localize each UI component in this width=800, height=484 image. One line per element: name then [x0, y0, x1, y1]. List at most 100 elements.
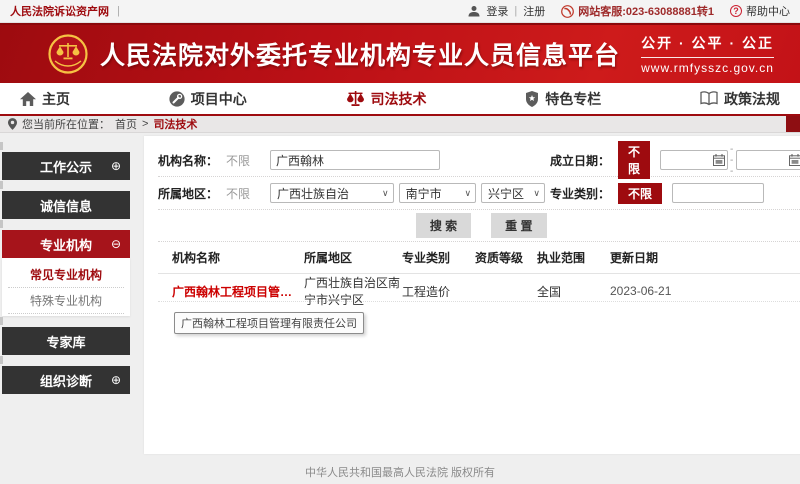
date-from-box: [660, 150, 728, 170]
sidebar-item-label: 诚信信息: [40, 196, 92, 215]
date-to-box: [736, 150, 800, 170]
service-phone: 网站客服:023-63088881转1: [578, 3, 714, 19]
nav-policy-label: 政策法规: [724, 89, 780, 109]
nav-home[interactable]: 主页: [20, 89, 70, 109]
expand-icon[interactable]: ⊕: [111, 373, 121, 387]
user-icon: [468, 5, 480, 17]
scales-icon: [346, 90, 365, 107]
filter-row-2: 所属地区： 不限 广西壮族自治 ∨ 南宁市 ∨ 兴宁区 ∨ 专业类别： 不限: [158, 177, 800, 210]
col-region: 所属地区: [304, 249, 402, 266]
asset-site-link[interactable]: 人民法院诉讼资产网: [10, 3, 109, 19]
org-name-input[interactable]: [270, 150, 440, 170]
calendar-icon: [713, 154, 725, 166]
nav-policy[interactable]: 政策法规: [700, 89, 780, 109]
reset-button[interactable]: 重 置: [491, 213, 546, 238]
help-icon: ?: [730, 5, 742, 17]
footer-copyright: 中华人民共和国最高人民法院 版权所有: [0, 464, 800, 480]
register-link[interactable]: 注册: [523, 3, 545, 19]
login-link[interactable]: 登录: [486, 3, 508, 19]
breadcrumb-prefix: 您当前所在位置：: [22, 116, 110, 132]
breadcrumb-current: 司法技术: [153, 116, 197, 132]
org-name-tooltip: 广西翰林工程项目管理有限责任公司: [174, 312, 364, 334]
phone-icon: [561, 5, 574, 18]
establish-date-unlimited-button[interactable]: 不限: [618, 141, 650, 179]
nav-judicial-tech[interactable]: 司法技术: [346, 89, 427, 109]
site-banner: 人民法院对外委托专业机构专业人员信息平台 公开 · 公平 · 公正 www.rm…: [0, 23, 800, 83]
site-url: www.rmfysszc.gov.cn: [641, 61, 774, 75]
platform-title: 人民法院对外委托专业机构专业人员信息平台: [100, 36, 620, 72]
sidebar-item-label: 专业机构: [40, 235, 92, 254]
book-icon: [700, 91, 718, 106]
establish-date-label: 成立日期：: [550, 152, 618, 169]
badge-icon: [525, 91, 539, 107]
breadcrumb-home-link[interactable]: 首页: [115, 116, 137, 132]
expand-icon[interactable]: ⊕: [111, 159, 121, 173]
collapse-icon[interactable]: ⊖: [111, 237, 121, 251]
home-icon: [20, 92, 36, 106]
category-label: 专业类别：: [550, 185, 618, 202]
nav-featured-column[interactable]: 特色专栏: [525, 89, 601, 109]
col-scope: 执业范围: [537, 249, 610, 266]
sidebar-submenu: 常见专业机构 特殊专业机构: [2, 258, 130, 316]
cell-updated: 2023-06-21: [610, 284, 800, 298]
cell-region: 广西壮族自治区南宁市兴宁区: [304, 274, 402, 308]
sidebar-item-expert-pool[interactable]: 专家库: [2, 327, 130, 355]
sidebar-item-label: 组织诊断: [40, 371, 92, 390]
district-select-value: 兴宁区: [488, 185, 524, 202]
calendar-icon: [789, 154, 800, 166]
chevron-down-icon: ∨: [464, 188, 471, 199]
sidebar-item-org-diagnosis[interactable]: 组织诊断 ⊕: [2, 366, 130, 394]
sidebar-item-professional-orgs[interactable]: 专业机构 ⊖: [2, 230, 130, 258]
content-panel: 机构名称： 不限 成立日期： 不限 --- 所属地区：: [144, 136, 800, 454]
cell-category: 工程造价: [402, 283, 475, 300]
location-pin-icon: [8, 118, 17, 130]
filter-actions: 搜 索 重 置: [158, 210, 800, 242]
sidebar-item-integrity-info[interactable]: 诚信信息: [2, 191, 130, 219]
col-org-name: 机构名称: [172, 249, 304, 266]
province-select-value: 广西壮族自治: [277, 185, 349, 202]
breadcrumb-edge-marker: [786, 116, 800, 132]
col-grade: 资质等级: [475, 249, 537, 266]
region-unlimited[interactable]: 不限: [226, 185, 270, 202]
top-utility-bar: 人民法院诉讼资产网 | 登录 | 注册 网站客服:023-63088881转1 …: [0, 0, 800, 23]
nav-home-label: 主页: [42, 89, 70, 109]
nav-judicial-tech-label: 司法技术: [371, 89, 427, 109]
city-select[interactable]: 南宁市 ∨: [399, 183, 476, 203]
chevron-down-icon: ∨: [533, 188, 540, 199]
category-unlimited-button[interactable]: 不限: [618, 183, 662, 204]
submenu-item-common-orgs[interactable]: 常见专业机构: [8, 262, 124, 288]
nav-featured-column-label: 特色专栏: [545, 89, 601, 109]
login-register-separator: |: [514, 5, 517, 17]
main-nav: 主页 项目中心 司法技术 特色专栏 政策法规: [0, 83, 800, 116]
project-icon: [169, 91, 185, 107]
sidebar-item-work-publicity[interactable]: 工作公示 ⊕: [2, 152, 130, 180]
table-header: 机构名称 所属地区 专业类别 资质等级 执业范围 更新日期: [158, 242, 800, 274]
date-range-separator: ---: [730, 144, 734, 177]
help-center-link[interactable]: 帮助中心: [746, 3, 790, 19]
province-select[interactable]: 广西壮族自治 ∨: [270, 183, 394, 203]
court-emblem-icon: [48, 34, 88, 74]
col-updated: 更新日期: [610, 249, 800, 266]
sidebar: 工作公示 ⊕ 诚信信息 专业机构 ⊖ 常见专业机构 特殊专业机构 专家库 组织诊…: [0, 133, 130, 405]
slogan: 公开 · 公平 · 公正: [641, 33, 774, 58]
breadcrumb: 您当前所在位置： 首页 > 司法技术: [0, 116, 800, 133]
topbar-separator: |: [117, 5, 120, 17]
sidebar-item-label: 专家库: [46, 332, 85, 351]
nav-project-center-label: 项目中心: [191, 89, 247, 109]
category-input[interactable]: [672, 183, 764, 203]
nav-project-center[interactable]: 项目中心: [169, 89, 247, 109]
region-label: 所属地区：: [158, 185, 226, 202]
col-category: 专业类别: [402, 249, 475, 266]
org-name-unlimited[interactable]: 不限: [226, 152, 270, 169]
sidebar-item-label: 工作公示: [40, 157, 92, 176]
district-select[interactable]: 兴宁区 ∨: [481, 183, 545, 203]
submenu-item-special-orgs[interactable]: 特殊专业机构: [8, 288, 124, 314]
org-name-link[interactable]: 广西翰林工程项目管理有限责任...: [172, 283, 304, 300]
city-select-value: 南宁市: [406, 185, 442, 202]
chevron-down-icon: ∨: [382, 188, 389, 199]
org-name-label: 机构名称：: [158, 152, 226, 169]
filter-row-1: 机构名称： 不限 成立日期： 不限 ---: [158, 144, 800, 177]
main-area: 工作公示 ⊕ 诚信信息 专业机构 ⊖ 常见专业机构 特殊专业机构 专家库 组织诊…: [0, 133, 800, 454]
search-button[interactable]: 搜 索: [416, 213, 471, 238]
cell-scope: 全国: [537, 283, 610, 300]
